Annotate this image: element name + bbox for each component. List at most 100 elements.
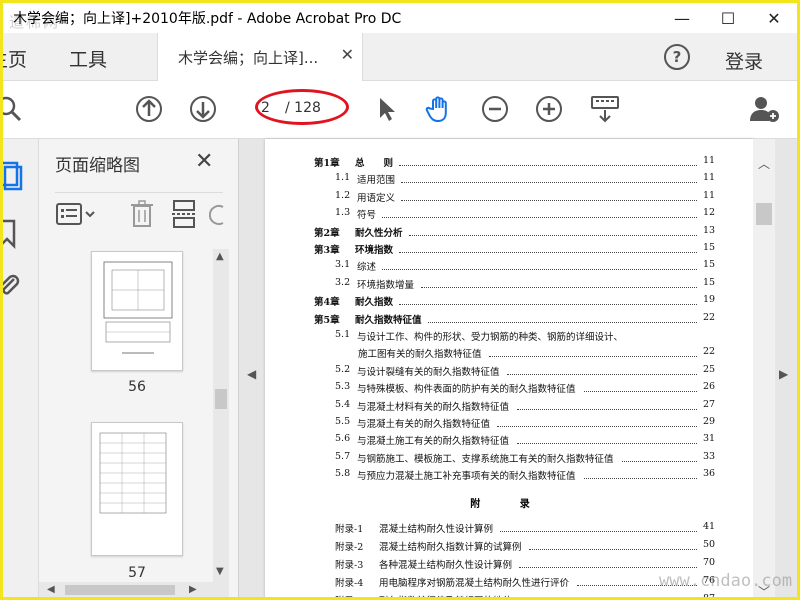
toc-leader-dots xyxy=(382,217,697,219)
zoom-in-icon[interactable] xyxy=(535,95,563,123)
page-thumbnails-icon[interactable] xyxy=(0,161,25,191)
toc-entry[interactable]: 3.1 综述 15 xyxy=(265,259,753,276)
toc-number: 5.2 xyxy=(335,363,351,375)
toc-entry[interactable]: 第2章 耐久性分析 13 xyxy=(265,225,753,242)
toc-page-number: 15 xyxy=(703,276,716,288)
scroll-up-arrow[interactable]: ▲ xyxy=(216,251,224,262)
expand-panel-arrow[interactable]: ▶ xyxy=(779,367,788,381)
appendix-entry[interactable]: 附录-2 混凝土结构耐久指数计算的试算例 50 xyxy=(265,539,753,556)
appendix-title: 耐久指数特征值及其相互的地位 xyxy=(379,593,512,597)
appendix-title: 用电脑程序对钢筋混凝土结构耐久性进行评价 xyxy=(379,578,570,589)
toc-title: 耐久指数特征值 xyxy=(355,314,422,326)
add-user-icon[interactable] xyxy=(749,95,781,123)
tab-bar: 主页 工具 木学会编；向上译]... ✕ ? 登录 xyxy=(3,33,797,81)
thumbnail-hscrollbar[interactable]: ◀ ▶ xyxy=(39,582,229,597)
keyboard-icon[interactable] xyxy=(589,95,621,123)
toc-entry[interactable]: 第1章 总 则 11 xyxy=(265,155,753,172)
collapse-panel-arrow[interactable]: ◀ xyxy=(247,367,256,381)
scroll-right-arrow[interactable]: ▶ xyxy=(189,584,197,595)
toc-number: 5.6 xyxy=(335,433,351,445)
zoom-out-icon[interactable] xyxy=(481,95,509,123)
search-icon[interactable] xyxy=(0,95,23,123)
toc-page-number: 13 xyxy=(703,224,716,236)
toc-entry[interactable]: 5.4 与混凝土材料有关的耐久指数特征值 27 xyxy=(265,399,753,416)
tab-close-icon[interactable]: ✕ xyxy=(341,45,354,64)
bookmark-icon[interactable] xyxy=(0,219,19,249)
toc-entry[interactable]: 5.7 与钢筋施工、模板施工、支撑系统施工有关的耐久指数特征值 33 xyxy=(265,451,753,468)
tab-tools[interactable]: 工具 xyxy=(69,45,107,72)
scrollbar-thumb[interactable] xyxy=(756,203,772,225)
login-button[interactable]: 登录 xyxy=(725,47,763,74)
toc-leader-dots xyxy=(488,356,697,358)
document-scrollbar[interactable]: ︿ ﹀ xyxy=(753,139,775,597)
thumbnail-options-icon[interactable] xyxy=(55,201,99,229)
toc-page-number: 29 xyxy=(703,416,716,427)
hand-tool-icon[interactable] xyxy=(425,95,453,123)
appendix-entry[interactable]: 附录-5 耐久指数特征值及其相互的地位 87 xyxy=(265,593,753,597)
toc-number: 第5章 xyxy=(314,314,340,326)
previous-page-icon[interactable] xyxy=(135,95,163,123)
toc-title: 用语定义 xyxy=(357,192,396,204)
toc-title: 适用范围 xyxy=(357,175,396,187)
toc-entry[interactable]: 施工图有关的耐久指数特征值 22 xyxy=(265,346,753,363)
page-thumbnail[interactable] xyxy=(91,422,183,556)
toc-page-number: 36 xyxy=(703,468,716,480)
scroll-up-arrow[interactable]: ︿ xyxy=(758,155,770,172)
tab-document[interactable]: 木学会编；向上译]... ✕ xyxy=(157,33,363,81)
toc-entry[interactable]: 第3章 环境指数 15 xyxy=(265,242,753,259)
toc-page-number: 22 xyxy=(703,311,716,323)
toc-entry[interactable]: 5.5 与混凝土有关的耐久指数特征值 29 xyxy=(265,416,753,433)
select-cursor-icon[interactable] xyxy=(373,95,401,123)
toc-page-number: 22 xyxy=(703,346,716,358)
toc-title: 环境指数 xyxy=(355,245,394,256)
close-window-button[interactable]: ✕ xyxy=(751,3,797,33)
scroll-left-arrow[interactable]: ◀ xyxy=(47,584,55,595)
toc-leader-dots xyxy=(401,182,697,184)
document-view[interactable]: ◀ 附 录 第1章 总 则 11 1.1 适用范围 11 1.2 用语定义 11 1.3 符号 12 第… xyxy=(239,139,797,597)
rotate-page-icon[interactable] xyxy=(209,201,229,229)
toc-title: 耐久性分析 xyxy=(355,227,403,239)
toc-number: 3.1 xyxy=(335,259,351,271)
scrollbar-thumb[interactable] xyxy=(215,389,227,409)
scroll-down-arrow[interactable]: ▼ xyxy=(216,566,224,577)
attachment-icon[interactable] xyxy=(0,271,21,299)
toc-entry[interactable]: 5.3 与特殊模板、构件表面的防护有关的耐久指数特征值 26 xyxy=(265,381,753,398)
toc-leader-dots xyxy=(409,234,697,236)
page-thumbnail[interactable] xyxy=(91,251,183,371)
toc-leader-dots xyxy=(428,321,697,323)
toc-page-number: 11 xyxy=(703,155,716,166)
appendix-page-number: 70 xyxy=(703,557,716,568)
appendix-number: 附录-2 xyxy=(335,542,364,553)
toc-entry[interactable]: 1.3 符号 12 xyxy=(265,207,753,224)
thumbnail-page-number: 57 xyxy=(128,565,146,581)
toc-entry[interactable]: 第4章 耐久指数 19 xyxy=(265,294,753,311)
panel-close-icon[interactable]: ✕ xyxy=(195,149,213,174)
toc-page-number: 31 xyxy=(703,433,716,445)
toc-leader-dots xyxy=(382,269,697,271)
minimize-button[interactable]: — xyxy=(659,3,705,33)
extract-page-icon[interactable] xyxy=(171,199,197,229)
appendix-title: 混凝土结构耐久指数计算的试算例 xyxy=(379,542,522,553)
toc-leader-dots xyxy=(622,460,697,462)
toc-entry[interactable]: 5.6 与混凝土施工有关的耐久指数特征值 31 xyxy=(265,433,753,450)
toc-title: 与预应力混凝土施工补充事项有关的耐久指数特征值 xyxy=(357,471,576,483)
toc-title: 与钢筋施工、模板施工、支撑系统施工有关的耐久指数特征值 xyxy=(357,453,614,465)
toc-entry[interactable]: 3.2 环境指数增量 15 xyxy=(265,277,753,294)
maximize-button[interactable]: ☐ xyxy=(705,3,751,33)
tab-home[interactable]: 主页 xyxy=(3,45,27,72)
help-icon[interactable]: ? xyxy=(664,44,690,70)
appendix-entry[interactable]: 附录-1 混凝土结构耐久性设计算例 41 xyxy=(265,521,753,538)
toc-number: 第3章 xyxy=(314,245,340,256)
toc-entry[interactable]: 5.8 与预应力混凝土施工补充事项有关的耐久指数特征值 36 xyxy=(265,468,753,485)
next-page-icon[interactable] xyxy=(189,95,217,123)
toc-entry[interactable]: 第5章 耐久指数特征值 22 xyxy=(265,312,753,329)
thumbnail-scrollbar[interactable]: ▲ ▼ xyxy=(213,249,229,582)
toc-entry[interactable]: 5.1 与设计工作、构件的形状、受力钢筋的种类、钢筋的详细设计、 xyxy=(265,329,753,346)
toc-entry[interactable]: 1.2 用语定义 11 xyxy=(265,190,753,207)
toc-page-number: 15 xyxy=(703,259,716,271)
hscrollbar-thumb[interactable] xyxy=(65,585,175,595)
delete-page-icon[interactable] xyxy=(129,199,155,229)
toc-leader-dots xyxy=(583,391,697,393)
toc-entry[interactable]: 5.2 与设计裂缝有关的耐久指数特征值 25 xyxy=(265,364,753,381)
toc-entry[interactable]: 1.1 适用范围 11 xyxy=(265,172,753,189)
